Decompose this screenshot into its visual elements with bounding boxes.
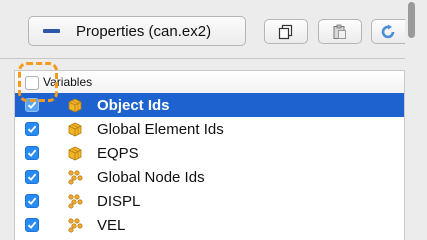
variable-label: EQPS (97, 145, 139, 162)
cell-data-icon (68, 146, 82, 161)
point-data-icon (68, 218, 83, 233)
refresh-button[interactable] (371, 19, 405, 44)
variable-checkbox[interactable] (25, 146, 39, 160)
checkmark-icon (27, 173, 37, 181)
checkmark-icon (27, 149, 37, 157)
properties-panel: Properties (can.ex2) Variables Object Id… (0, 0, 427, 240)
refresh-icon (381, 24, 394, 38)
variable-label: Object Ids (97, 97, 170, 114)
variable-label: Global Element Ids (97, 121, 224, 138)
point-data-icon (68, 194, 83, 209)
properties-label: Properties (can.ex2) (76, 22, 212, 40)
variable-checkbox[interactable] (25, 218, 39, 232)
copy-icon (278, 24, 293, 39)
paste-icon (333, 24, 346, 39)
variables-list: Variables Object Ids Global Element Ids … (14, 70, 405, 240)
toolbar: Properties (can.ex2) (0, 0, 427, 59)
paste-button[interactable] (318, 19, 362, 44)
checkmark-icon (27, 221, 37, 229)
checkmark-icon (27, 197, 37, 205)
variable-row[interactable]: Global Node Ids (15, 165, 404, 189)
variable-row[interactable]: Object Ids (15, 93, 404, 117)
select-all-highlight-marker (18, 62, 58, 102)
variable-checkbox[interactable] (25, 170, 39, 184)
variable-label: DISPL (97, 193, 141, 210)
properties-selector-button[interactable]: Properties (can.ex2) (28, 16, 246, 46)
scrollbar-thumb[interactable] (408, 2, 415, 38)
variable-row[interactable]: DISPL (15, 189, 404, 213)
variable-row[interactable]: VEL (15, 213, 404, 237)
cell-data-icon (68, 122, 82, 137)
properties-dash-icon (43, 29, 60, 33)
variable-label: Global Node Ids (97, 169, 205, 186)
copy-button[interactable] (264, 19, 308, 44)
variable-row[interactable]: EQPS (15, 141, 404, 165)
variable-checkbox[interactable] (25, 194, 39, 208)
variable-checkbox[interactable] (25, 122, 39, 136)
cell-data-icon (68, 98, 82, 113)
point-data-icon (68, 170, 83, 185)
variable-label: VEL (97, 217, 126, 234)
checkmark-icon (27, 125, 37, 133)
variable-row[interactable]: Global Element Ids (15, 117, 404, 141)
variables-header: Variables (15, 71, 404, 94)
